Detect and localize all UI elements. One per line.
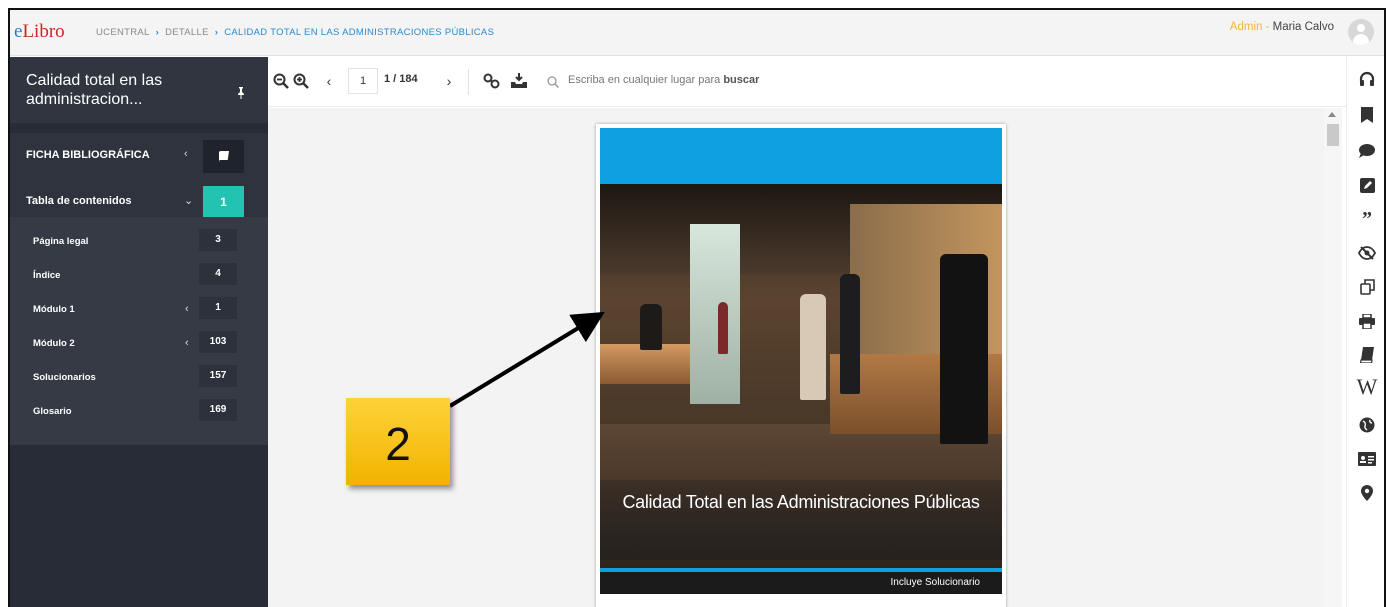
app-window: eLibro UCENTRAL › DETALLE › CALIDAD TOTAL EN…: [8, 8, 1386, 607]
annotation-arrow: [448, 311, 605, 408]
annotation-callout: 2: [346, 398, 450, 485]
